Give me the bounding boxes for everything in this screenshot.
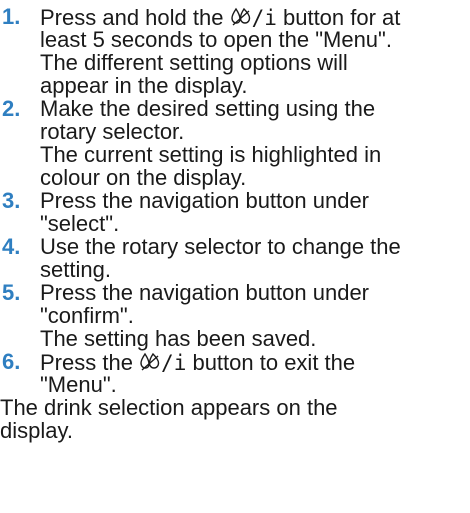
step-number: 2. [2, 96, 21, 121]
step-4-line-2: setting. [40, 257, 111, 282]
drops-info-icon [230, 6, 252, 29]
step-1-line-4: appear in the display. [40, 73, 248, 98]
step-3-line-2: "select". [40, 211, 120, 236]
step-number: 4. [2, 234, 21, 259]
step-2-line-4: colour on the display. [40, 165, 247, 190]
step-number: 6. [2, 349, 21, 374]
step-text: Use the rotary selector to change the [40, 234, 401, 259]
step-2-line-2: rotary selector. [40, 119, 185, 144]
step-text: Press the navigation button under [40, 280, 370, 305]
instruction-document: 1. Press and hold the /i button for at l… [0, 0, 470, 513]
step-1-line-3: The different setting options will [40, 50, 348, 75]
step-6-line-2: "Menu". [40, 372, 117, 397]
step-5-line-2: "confirm". [40, 303, 134, 328]
step-text: Press and hold the /i button for at [40, 5, 401, 30]
step-text: Press the /i button to exit the [40, 350, 356, 375]
footer-line-2: display. [0, 418, 73, 443]
step-1-line-2: least 5 seconds to open the "Menu". [40, 27, 392, 52]
step-number: 1. [2, 4, 21, 29]
step-number: 3. [2, 188, 21, 213]
step-2-line-3: The current setting is highlighted in [40, 142, 382, 167]
step-text: Press the navigation button under [40, 188, 370, 213]
footer-line-1: The drink selection appears on the [0, 395, 338, 420]
step-text: Make the desired setting using the [40, 96, 376, 121]
step-number: 5. [2, 280, 21, 305]
step-5-line-3: The setting has been saved. [40, 326, 317, 351]
drops-info-icon [139, 351, 161, 374]
